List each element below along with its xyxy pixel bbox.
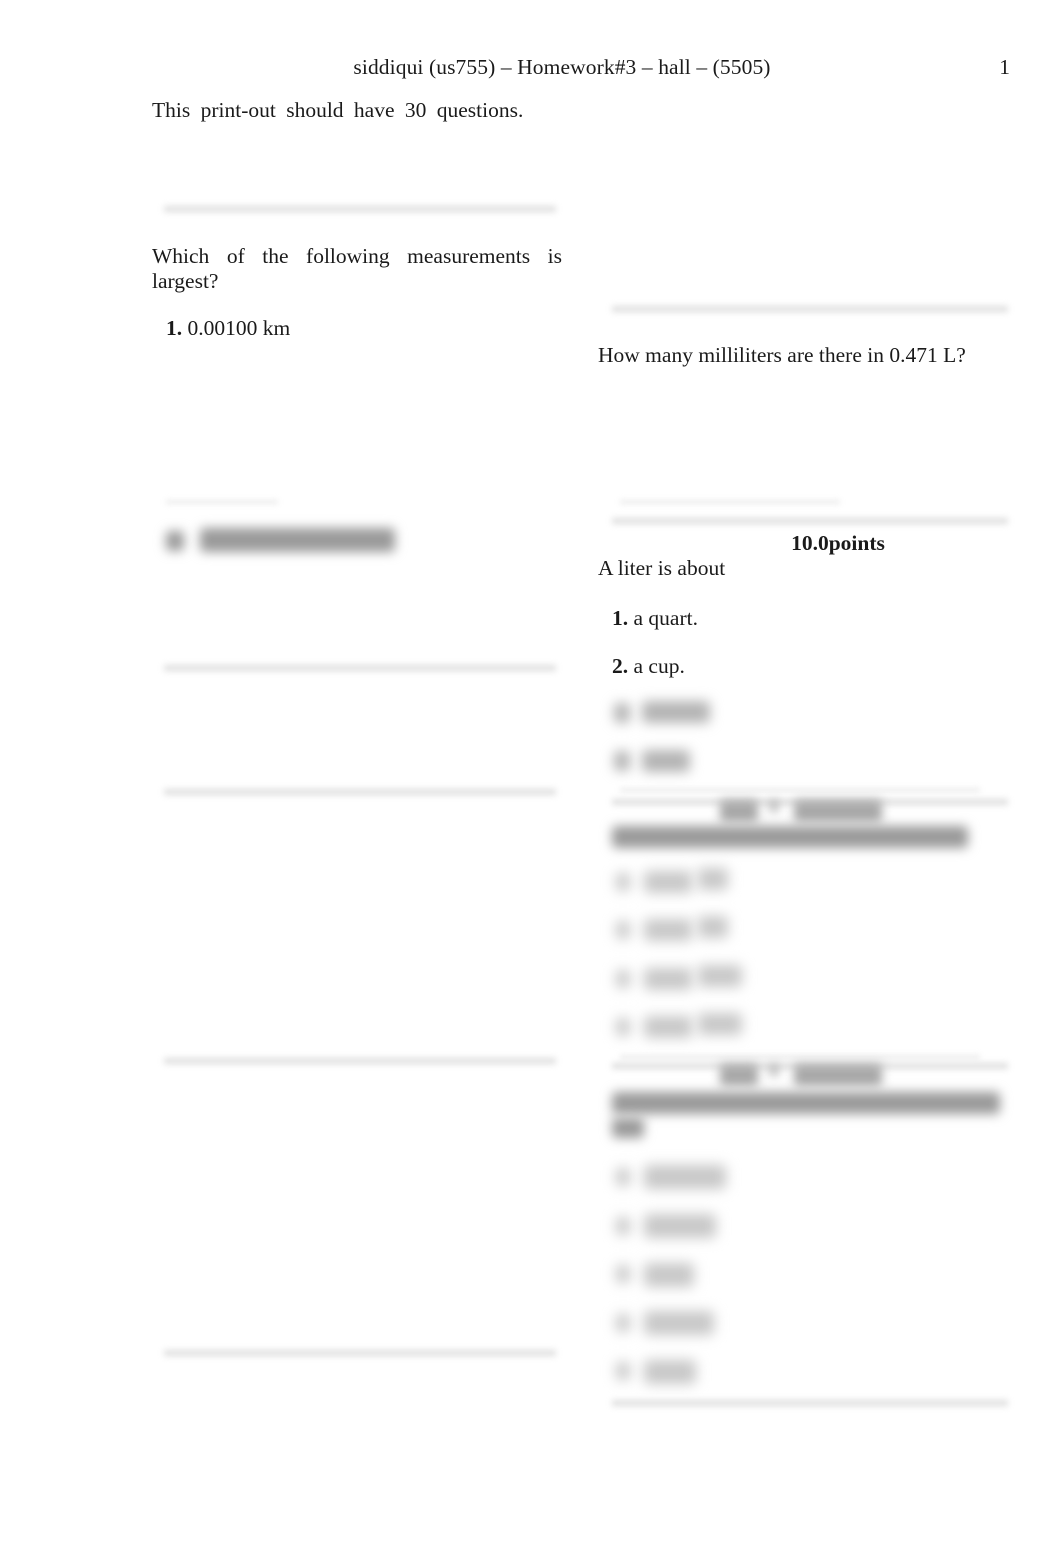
question-number-rule [620, 500, 840, 504]
redacted-choice-number [616, 1018, 630, 1036]
redacted-choice-number [616, 1217, 630, 1235]
redacted-choice-number [614, 751, 630, 771]
question-number-rule [620, 1055, 980, 1059]
choice-number: 1. [612, 606, 629, 630]
redacted-choice-text [200, 528, 395, 552]
section-separator [612, 518, 1008, 524]
redacted-choice-number [614, 703, 630, 723]
points-label: 10.0points [791, 531, 885, 555]
section-separator [612, 1400, 1008, 1406]
redacted-choice-exponent [698, 965, 742, 987]
choice-text: 0.00100 km [187, 316, 291, 340]
answer-choice[interactable]: 1. a quart. [612, 606, 1036, 631]
question-prompt: A liter is about [598, 556, 726, 580]
redacted-points-label [720, 800, 758, 822]
redacted-choice-number [166, 531, 184, 551]
redacted-points-label [794, 1064, 882, 1086]
redacted-choice-number [616, 1168, 630, 1186]
redacted-choice-text [644, 1360, 696, 1384]
redacted-choice-number [616, 1362, 630, 1380]
redacted-choice-number [616, 1265, 630, 1283]
question-number-rule [620, 788, 980, 792]
section-separator [164, 1058, 556, 1064]
redacted-choice-text [644, 1263, 694, 1287]
section-separator [164, 206, 556, 212]
answer-choice[interactable]: 2. a cup. [612, 654, 1036, 679]
redacted-question-prompt [612, 826, 968, 848]
redacted-choice-text [642, 701, 710, 723]
redacted-choice-text [644, 1311, 714, 1335]
redacted-choice-text [644, 1165, 726, 1189]
question-prompt: How many milliliters are there in 0.471 … [598, 343, 966, 367]
section-separator [164, 1350, 556, 1356]
question-number-rule [166, 500, 278, 504]
redacted-points-label [794, 800, 882, 822]
redacted-points-label [770, 1064, 778, 1076]
redacted-choice-exponent [698, 916, 728, 938]
redacted-choice-text [642, 750, 690, 772]
redacted-choice-text [644, 919, 692, 941]
redacted-choice-text [644, 871, 692, 893]
redacted-choice-exponent [698, 868, 728, 890]
section-separator [164, 665, 556, 671]
redacted-choice-text [644, 1214, 716, 1238]
choice-text: a quart. [633, 606, 698, 630]
redacted-points-label [770, 800, 778, 812]
answer-choice[interactable]: 1. 0.00100 km [166, 316, 590, 341]
redacted-choice-number [616, 970, 630, 988]
left-column: Which of the following measurements is l… [152, 0, 562, 1556]
redacted-choice-exponent [698, 1013, 742, 1035]
redacted-question-prompt [612, 1092, 1000, 1114]
choice-number: 1. [166, 316, 183, 340]
redacted-points-label [720, 1064, 758, 1086]
redacted-question-prompt [612, 1118, 644, 1138]
document-page: siddiqui (us755) – Homework#3 – hall – (… [0, 0, 1062, 1556]
redacted-choice-number [616, 873, 630, 891]
section-separator [164, 789, 556, 795]
section-separator [612, 306, 1008, 312]
question-prompt: Which of the following measurements is l… [152, 244, 562, 293]
redacted-choice-text [644, 968, 692, 990]
choice-text: a cup. [633, 654, 685, 678]
redacted-choice-number [616, 921, 630, 939]
choice-number: 2. [612, 654, 629, 678]
redacted-choice-number [616, 1314, 630, 1332]
redacted-choice-text [644, 1016, 692, 1038]
right-column: How many milliliters are there in 0.471 … [598, 0, 1008, 1556]
